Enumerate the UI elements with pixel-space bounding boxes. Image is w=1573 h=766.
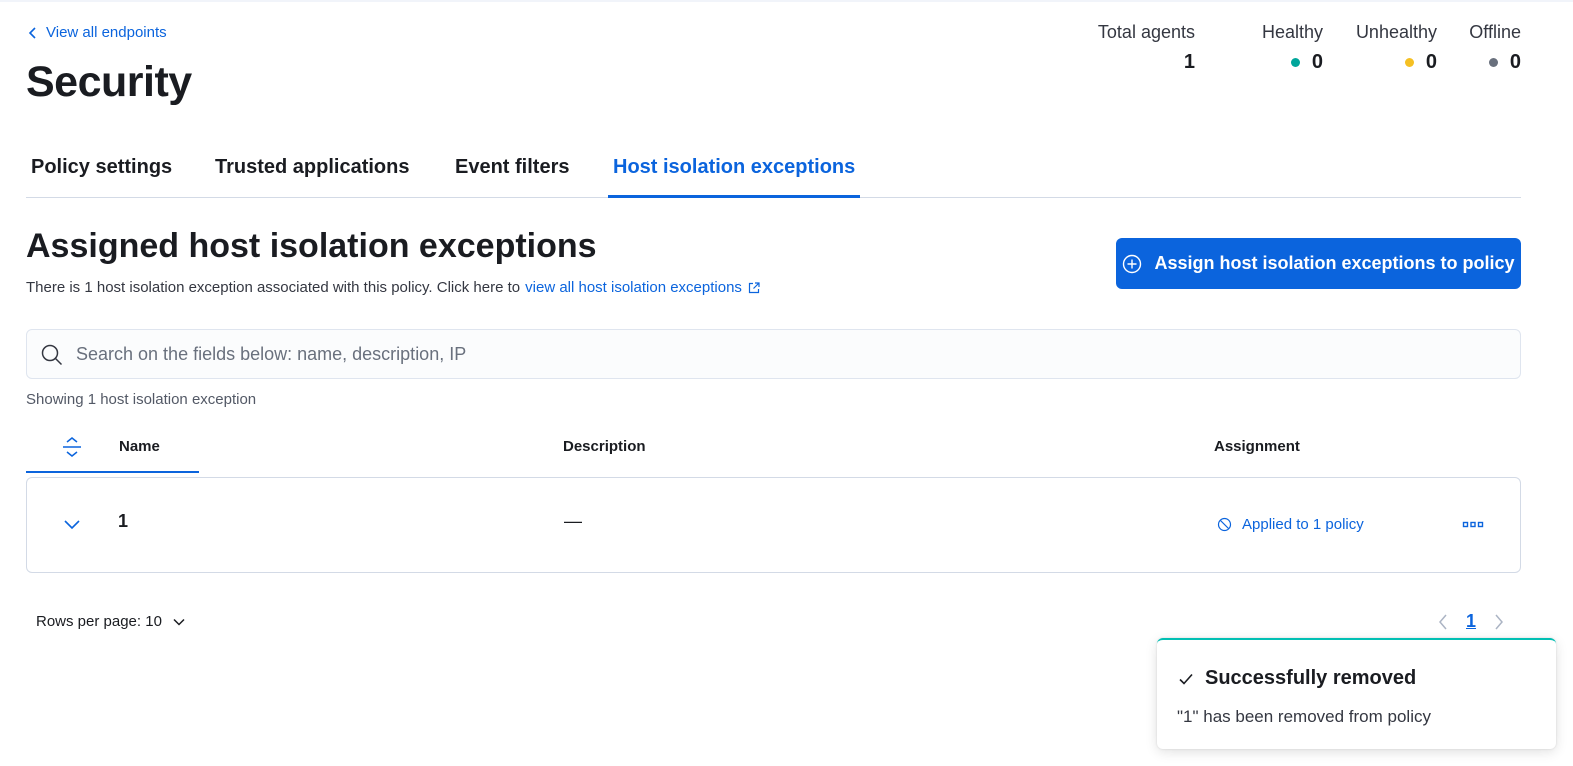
section-title: Assigned host isolation exceptions bbox=[26, 227, 597, 265]
tab-bar: Policy settings Trusted applications Eve… bbox=[26, 140, 1521, 198]
toast-body: "1" has been removed from policy bbox=[1177, 707, 1431, 726]
tab-policy-settings[interactable]: Policy settings bbox=[26, 140, 177, 198]
stat-value: 0 bbox=[1425, 51, 1437, 73]
rows-per-page-label: Rows per page: 10 bbox=[36, 613, 162, 630]
assign-button-label: Assign host isolation exceptions to poli… bbox=[1154, 253, 1515, 273]
check-icon bbox=[1179, 673, 1193, 685]
row-description: — bbox=[564, 511, 582, 531]
tab-trusted-applications[interactable]: Trusted applications bbox=[210, 140, 414, 198]
chevron-right-icon[interactable] bbox=[1493, 612, 1505, 632]
stat-offline: Offline 0 bbox=[1469, 22, 1521, 74]
tab-host-isolation-exceptions[interactable]: Host isolation exceptions bbox=[608, 140, 861, 198]
stat-label: Total agents bbox=[1097, 22, 1195, 42]
results-count: Showing 1 host isolation exception bbox=[26, 391, 257, 408]
search-bar bbox=[26, 329, 1521, 379]
top-divider bbox=[0, 0, 1573, 2]
stat-healthy: Healthy 0 bbox=[1262, 22, 1323, 74]
page-number[interactable]: 1 bbox=[1466, 611, 1476, 632]
stat-total-agents: Total agents 1 bbox=[1098, 22, 1195, 74]
stat-value: 0 bbox=[1311, 51, 1323, 73]
stat-label: Healthy bbox=[1261, 22, 1323, 42]
stat-unhealthy: Unhealthy 0 bbox=[1356, 22, 1437, 74]
healthy-status-dot-icon bbox=[1290, 58, 1300, 67]
back-link-label: View all endpoints bbox=[46, 24, 167, 41]
column-header-assignment: Assignment bbox=[1214, 438, 1300, 455]
toast-title: Successfully removed bbox=[1178, 667, 1416, 690]
offline-status-dot-icon bbox=[1488, 58, 1498, 67]
chevron-down-icon[interactable] bbox=[63, 516, 81, 534]
unhealthy-status-dot-icon bbox=[1404, 58, 1414, 67]
stat-value: 0 bbox=[1509, 51, 1521, 73]
link-label: view all host isolation exceptions bbox=[525, 279, 742, 296]
policy-icon bbox=[1217, 517, 1232, 532]
rows-per-page-select[interactable]: Rows per page: 10 bbox=[36, 613, 186, 630]
column-header-name[interactable]: Name bbox=[119, 438, 160, 455]
pagination: 1 bbox=[1437, 611, 1505, 632]
expand-collapse-all-icon[interactable] bbox=[61, 436, 83, 458]
stat-label: Offline bbox=[1469, 22, 1521, 42]
chevron-left-icon bbox=[28, 26, 36, 39]
sort-indicator bbox=[26, 471, 199, 473]
search-input[interactable] bbox=[76, 330, 1496, 378]
assign-host-isolation-exceptions-button[interactable]: Assign host isolation exceptions to poli… bbox=[1116, 238, 1521, 289]
assignment-badge[interactable]: Applied to 1 policy bbox=[1217, 516, 1364, 533]
toast-title-text: Successfully removed bbox=[1205, 667, 1417, 689]
external-link-icon bbox=[748, 281, 760, 293]
view-all-host-isolation-exceptions-link[interactable]: view all host isolation exceptions bbox=[525, 279, 760, 296]
table-header: Name Description Assignment bbox=[26, 424, 1521, 474]
page-title: Security bbox=[26, 58, 192, 106]
plus-in-circle-icon bbox=[1123, 254, 1142, 273]
more-actions-icon[interactable] bbox=[1462, 514, 1484, 536]
stat-label: Unhealthy bbox=[1355, 22, 1437, 42]
chevron-left-icon[interactable] bbox=[1437, 612, 1449, 632]
row-name: 1 bbox=[118, 511, 129, 531]
column-header-description: Description bbox=[563, 438, 646, 455]
section-description-text: There is 1 host isolation exception asso… bbox=[26, 279, 521, 296]
table-row: 1 — Applied to 1 policy bbox=[26, 477, 1521, 573]
success-toast: Successfully removed "1" has been remove… bbox=[1157, 638, 1556, 749]
view-all-endpoints-link[interactable]: View all endpoints bbox=[28, 24, 167, 41]
chevron-down-icon bbox=[173, 618, 185, 626]
search-icon bbox=[41, 344, 63, 366]
assignment-label: Applied to 1 policy bbox=[1242, 516, 1364, 533]
section-description: There is 1 host isolation exception asso… bbox=[26, 279, 760, 296]
tab-event-filters[interactable]: Event filters bbox=[450, 140, 574, 198]
stat-value: 1 bbox=[1183, 51, 1195, 73]
